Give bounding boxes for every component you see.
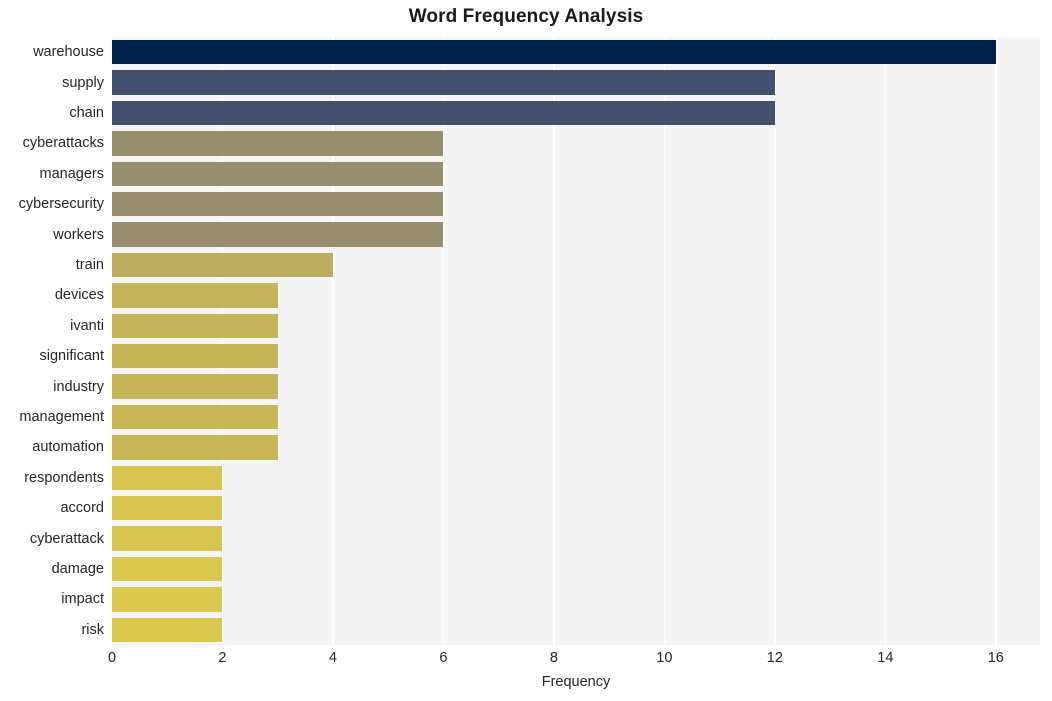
y-tick-label: cybersecurity [18, 196, 104, 213]
x-tick-label: 6 [439, 650, 448, 666]
x-tick-label: 10 [656, 650, 673, 666]
bar [112, 556, 223, 582]
x-tick-label: 2 [218, 650, 227, 666]
plot-area [112, 37, 1040, 645]
bar [112, 404, 278, 430]
bar [112, 617, 223, 642]
y-tick-label: cyberattacks [22, 135, 104, 152]
bar [112, 374, 278, 399]
x-tick-label: 14 [877, 650, 894, 666]
y-tick-label: management [19, 409, 104, 425]
bar [112, 131, 444, 156]
y-tick-label: ivanti [70, 317, 104, 334]
bar [112, 70, 775, 95]
bar [112, 435, 278, 460]
y-tick-label: significant [39, 348, 104, 365]
chart-figure: Word Frequency Analysis warehouse supply c… [0, 0, 1052, 701]
bar [112, 526, 223, 551]
y-tick-label: automation [32, 439, 104, 456]
y-tick-label: risk [81, 621, 104, 638]
bar [112, 40, 996, 65]
y-tick-label: chain [69, 105, 104, 121]
bar [112, 465, 223, 490]
bar [112, 252, 333, 278]
y-tick-label: train [75, 257, 104, 273]
x-tick-label: 0 [107, 650, 117, 666]
bar [112, 192, 444, 217]
y-tick-label: accord [60, 500, 104, 517]
x-tick-label: 12 [766, 650, 783, 666]
y-tick-label: devices [54, 287, 104, 304]
x-tick-label: 16 [987, 650, 1004, 666]
bar [112, 161, 444, 186]
y-tick-label: cyberattack [29, 530, 104, 547]
y-tick-label: supply [62, 74, 104, 91]
y-axis: warehouse supply chain cyberattacks managers… [0, 37, 104, 645]
bar [112, 100, 775, 126]
x-axis-title: Frequency [541, 674, 611, 690]
bar-series [112, 37, 1040, 645]
bar [112, 496, 223, 521]
chart-title: Word Frequency Analysis [408, 6, 644, 27]
bar [112, 587, 223, 612]
y-tick-label: impact [61, 591, 104, 608]
x-axis: 0 2 4 6 8 10 12 14 16 [108, 650, 1040, 674]
x-tick-label: 8 [549, 650, 558, 666]
bar [112, 313, 278, 338]
y-tick-label: respondents [24, 469, 104, 486]
bar [112, 344, 278, 369]
y-tick-label: industry [53, 378, 104, 395]
x-tick-label: 4 [328, 650, 337, 666]
y-tick-label: workers [53, 226, 104, 243]
y-tick-label: warehouse [33, 44, 104, 61]
y-tick-label: damage [51, 561, 104, 577]
bar [112, 222, 444, 247]
y-tick-label: managers [39, 165, 104, 182]
bar [112, 283, 278, 308]
